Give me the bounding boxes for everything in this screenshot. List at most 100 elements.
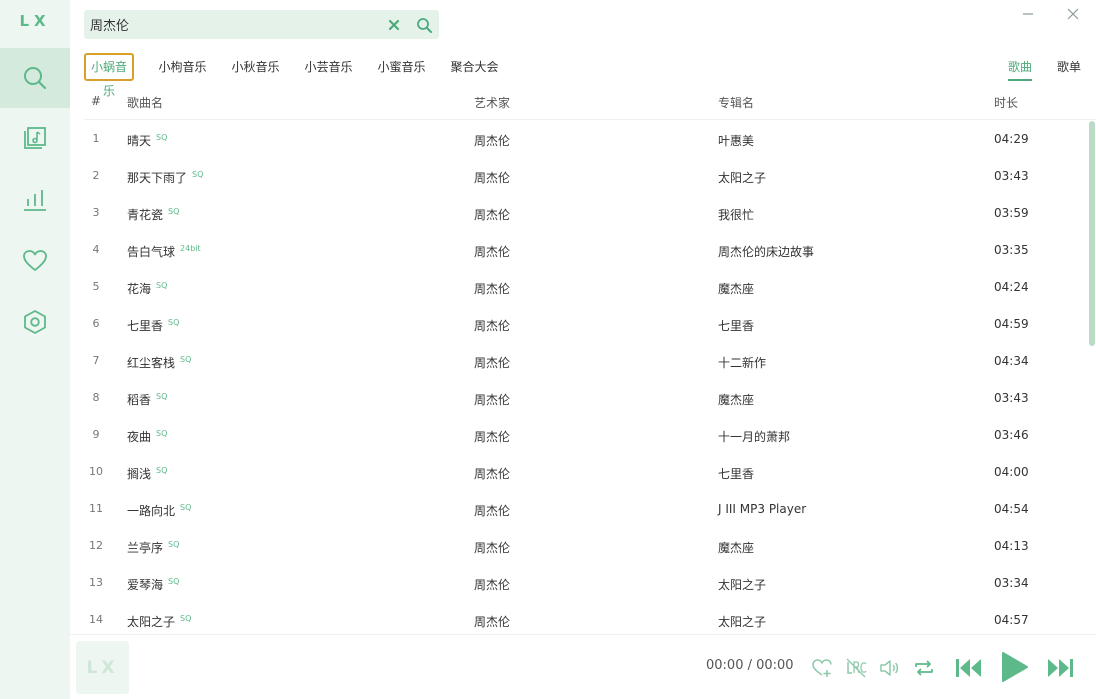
source-tab[interactable]: 小枸音乐 (155, 53, 210, 81)
source-tab[interactable]: 聚合大会 (447, 53, 502, 81)
previous-track-button[interactable] (954, 654, 984, 682)
artist-cell[interactable]: 周杰伦 (474, 576, 510, 593)
song-name-cell[interactable]: 晴天 SQ (127, 132, 167, 149)
artist-cell[interactable]: 周杰伦 (474, 280, 510, 297)
artist-cell[interactable]: 周杰伦 (474, 206, 510, 223)
artist-cell[interactable]: 周杰伦 (474, 243, 510, 260)
table-row[interactable]: 14 太阳之子 SQ 周杰伦 太阳之子 04:57 (84, 602, 1089, 633)
table-row[interactable]: 12 兰亭序 SQ 周杰伦 魔杰座 04:13 (84, 528, 1089, 565)
scrollbar[interactable] (1089, 121, 1095, 346)
song-name: 告白气球 (127, 245, 176, 259)
artist-cell[interactable]: 周杰伦 (474, 428, 510, 445)
song-name: 搁浅 (127, 467, 152, 481)
row-number: 5 (92, 280, 100, 293)
song-name-cell[interactable]: 一路向北 SQ (127, 502, 191, 519)
table-row[interactable]: 11 一路向北 SQ 周杰伦 J III MP3 Player 04:54 (84, 491, 1089, 528)
song-name-cell[interactable]: 兰亭序 SQ (127, 539, 179, 556)
tab-playlists[interactable]: 歌单 (1057, 53, 1081, 81)
album-cell[interactable]: 周杰伦的床边故事 (718, 243, 814, 260)
song-name-cell[interactable]: 告白气球 24bit (127, 243, 201, 260)
artist-cell[interactable]: 周杰伦 (474, 539, 510, 556)
close-window-button[interactable] (1062, 4, 1084, 24)
song-name-cell[interactable]: 花海 SQ (127, 280, 167, 297)
duration-cell: 03:43 (994, 391, 1029, 405)
album-cell[interactable]: 叶惠美 (718, 132, 754, 149)
quality-badge: SQ (156, 429, 168, 438)
album-cell[interactable]: 太阳之子 (718, 169, 766, 186)
search-bar (84, 10, 439, 39)
artist-cell[interactable]: 周杰伦 (474, 613, 510, 630)
album-cell[interactable]: 魔杰座 (718, 391, 754, 408)
album-cell[interactable]: 魔杰座 (718, 539, 754, 556)
artist-cell[interactable]: 周杰伦 (474, 502, 510, 519)
nav-settings[interactable] (0, 292, 70, 352)
album-cell[interactable]: 太阳之子 (718, 576, 766, 593)
album-cover[interactable]: LX (76, 641, 129, 694)
clear-search-button[interactable] (384, 15, 404, 35)
table-row[interactable]: 5 花海 SQ 周杰伦 魔杰座 04:24 (84, 269, 1089, 306)
song-name-cell[interactable]: 青花瓷 SQ (127, 206, 179, 223)
favorite-button[interactable] (811, 657, 833, 679)
repeat-button[interactable] (913, 657, 935, 679)
source-tab[interactable]: 小秋音乐 (228, 53, 283, 81)
table-row[interactable]: 10 搁浅 SQ 周杰伦 七里香 04:00 (84, 454, 1089, 491)
play-icon (1002, 652, 1028, 682)
playback-time: 00:00 / 00:00 (706, 658, 794, 673)
quality-badge: SQ (156, 133, 168, 142)
album-cell[interactable]: 魔杰座 (718, 280, 754, 297)
quality-badge: SQ (192, 170, 204, 179)
search-input[interactable] (90, 14, 380, 35)
table-row[interactable]: 7 红尘客栈 SQ 周杰伦 十二新作 04:34 (84, 343, 1089, 380)
album-cell[interactable]: 十一月的萧邦 (718, 428, 790, 445)
source-tab[interactable]: 小蜜音乐 (374, 53, 429, 81)
album-cell[interactable]: 我很忙 (718, 206, 754, 223)
minimize-button[interactable] (1017, 4, 1039, 24)
song-name-cell[interactable]: 那天下雨了 SQ (127, 169, 203, 186)
nav-leaderboard[interactable] (0, 170, 70, 230)
nav-favorites[interactable] (0, 231, 70, 291)
next-track-button[interactable] (1045, 654, 1075, 682)
table-row[interactable]: 9 夜曲 SQ 周杰伦 十一月的萧邦 03:46 (84, 417, 1089, 454)
song-name-cell[interactable]: 红尘客栈 SQ (127, 354, 191, 371)
nav-song-list[interactable] (0, 109, 70, 169)
artist-cell[interactable]: 周杰伦 (474, 391, 510, 408)
artist-cell[interactable]: 周杰伦 (474, 132, 510, 149)
album-cell[interactable]: 七里香 (718, 465, 754, 482)
lyrics-button[interactable] (845, 657, 867, 679)
song-name-cell[interactable]: 太阳之子 SQ (127, 613, 191, 630)
table-row[interactable]: 8 稻香 SQ 周杰伦 魔杰座 03:43 (84, 380, 1089, 417)
table-row[interactable]: 1 晴天 SQ 周杰伦 叶惠美 04:29 (84, 121, 1089, 158)
artist-cell[interactable]: 周杰伦 (474, 169, 510, 186)
table-row[interactable]: 6 七里香 SQ 周杰伦 七里香 04:59 (84, 306, 1089, 343)
table-row[interactable]: 2 那天下雨了 SQ 周杰伦 太阳之子 03:43 (84, 158, 1089, 195)
column-header-artist[interactable]: 艺术家 (474, 94, 510, 111)
column-header-album[interactable]: 专辑名 (718, 94, 754, 111)
song-name-cell[interactable]: 爱琴海 SQ (127, 576, 179, 593)
album-cell[interactable]: 太阳之子 (718, 613, 766, 630)
song-name-cell[interactable]: 稻香 SQ (127, 391, 167, 408)
artist-cell[interactable]: 周杰伦 (474, 465, 510, 482)
artist-cell[interactable]: 周杰伦 (474, 317, 510, 334)
song-name-cell[interactable]: 七里香 SQ (127, 317, 179, 334)
tab-songs[interactable]: 歌曲 (1008, 53, 1033, 81)
play-button[interactable] (999, 650, 1029, 684)
column-header-duration[interactable]: 时长 (994, 94, 1018, 111)
close-icon (1067, 8, 1079, 20)
source-tab[interactable]: 小芸音乐 (301, 53, 356, 81)
search-icon (24, 67, 47, 90)
album-cell[interactable]: 七里香 (718, 317, 754, 334)
app-window: LX 周杰伦 小蜗音乐 小枸音乐 小秋音乐 小芸音乐 小蜜音乐 聚合大会 歌曲 … (0, 0, 1096, 699)
column-header-name[interactable]: 歌曲名 (127, 94, 163, 111)
song-name-cell[interactable]: 夜曲 SQ (127, 428, 167, 445)
volume-button[interactable] (878, 657, 900, 679)
table-row[interactable]: 13 爱琴海 SQ 周杰伦 太阳之子 03:34 (84, 565, 1089, 602)
album-cell[interactable]: 十二新作 (718, 354, 766, 371)
artist-cell[interactable]: 周杰伦 (474, 354, 510, 371)
song-name-cell[interactable]: 搁浅 SQ (127, 465, 167, 482)
table-row[interactable]: 3 青花瓷 SQ 周杰伦 我很忙 03:59 (84, 195, 1089, 232)
table-row[interactable]: 4 告白气球 24bit 周杰伦 周杰伦的床边故事 03:35 (84, 232, 1089, 269)
search-submit-button[interactable] (414, 15, 434, 35)
nav-search[interactable] (0, 48, 70, 108)
source-tab-active[interactable]: 小蜗音乐 (84, 53, 134, 98)
album-cell[interactable]: J III MP3 Player (718, 502, 806, 516)
